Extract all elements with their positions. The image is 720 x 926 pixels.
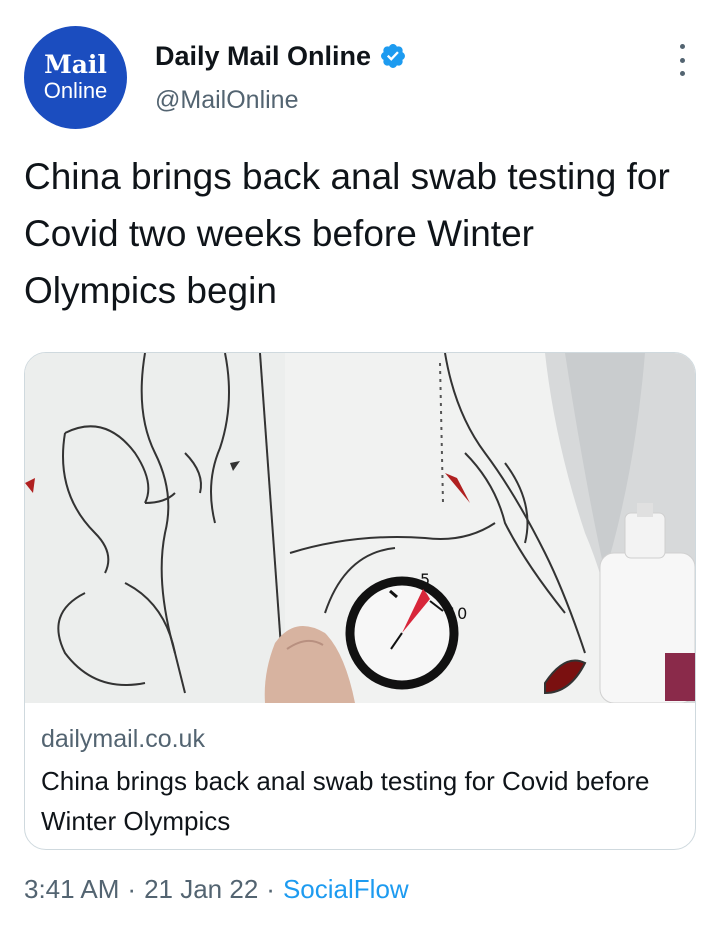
card-title: China brings back anal swab testing for … xyxy=(41,766,650,836)
avatar[interactable]: Mail Online xyxy=(24,26,127,129)
avatar-brand-line1: Mail xyxy=(44,49,107,79)
more-dot-icon xyxy=(679,44,685,49)
meta-separator: · xyxy=(127,874,137,904)
tweet-source-link[interactable]: SocialFlow xyxy=(283,874,409,905)
author-handle[interactable]: @MailOnline xyxy=(155,86,407,115)
tweet-meta: 3:41 AM · 21 Jan 22 · SocialFlow xyxy=(24,874,409,905)
dial-mark-5: 5 xyxy=(420,570,430,589)
verified-badge-icon xyxy=(381,44,406,68)
avatar-brand-line2: Online xyxy=(43,77,108,103)
dial-mark-10: 10 xyxy=(447,604,467,623)
tweet-date[interactable]: 21 Jan 22 xyxy=(144,874,258,905)
more-dot-icon xyxy=(679,71,685,76)
more-dot-icon xyxy=(679,57,685,63)
link-card[interactable]: 5 10 dailymail.co.uk China brings back a… xyxy=(24,352,696,850)
meta-separator: · xyxy=(266,874,275,904)
tweet-time[interactable]: 3:41 AM xyxy=(24,874,119,905)
tweet: Mail Online Daily Mail Online @MailOnlin… xyxy=(0,0,720,926)
author-names: Daily Mail Online @MailOnline xyxy=(155,38,407,115)
card-image[interactable]: 5 10 xyxy=(25,353,695,703)
display-name-row: Daily Mail Online xyxy=(155,38,407,74)
tweet-text: China brings back anal swab testing for … xyxy=(24,156,670,311)
display-name[interactable]: Daily Mail Online xyxy=(155,41,371,72)
card-body: dailymail.co.uk China brings back anal s… xyxy=(41,723,681,841)
card-domain: dailymail.co.uk xyxy=(41,725,205,753)
tweet-header: Mail Online Daily Mail Online @MailOnlin… xyxy=(24,22,696,132)
more-options-button[interactable] xyxy=(676,44,688,76)
